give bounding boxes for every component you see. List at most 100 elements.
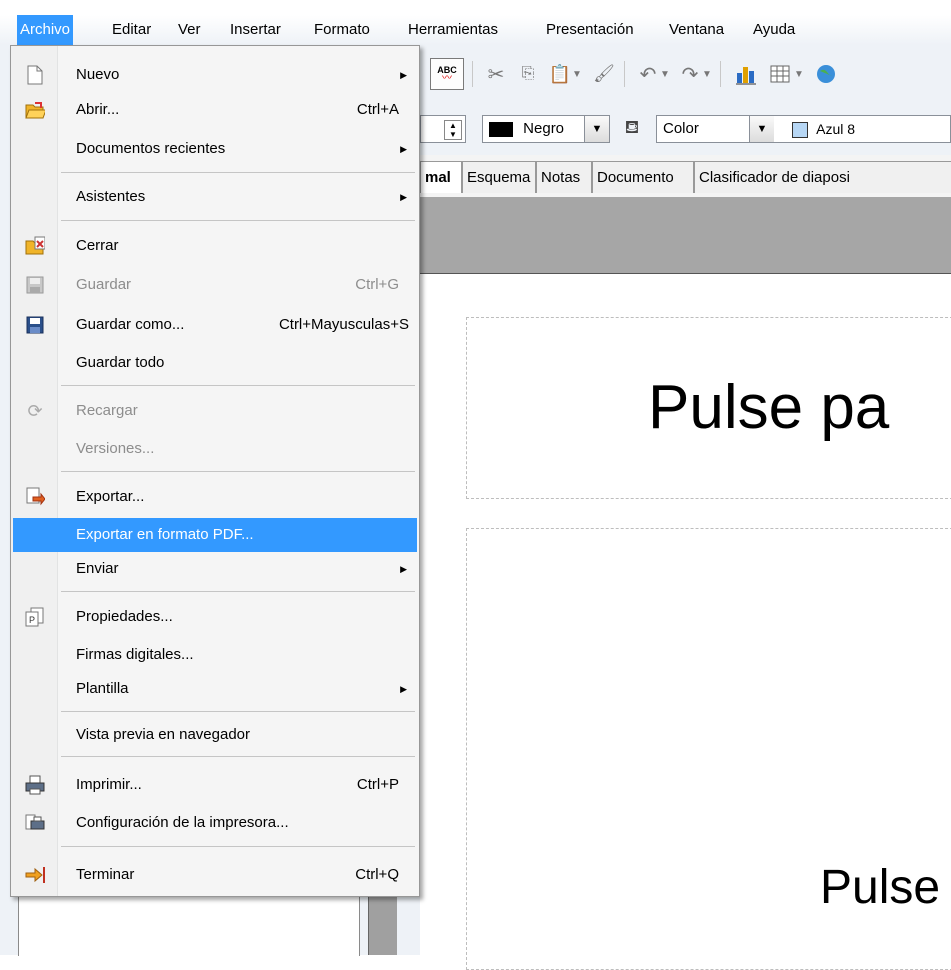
menu-item-versiones[interactable]: Versiones... <box>13 432 417 466</box>
menu-item-label: Vista previa en navegador <box>76 726 251 743</box>
undo-dropdown[interactable]: ▼ <box>658 58 672 90</box>
submenu-arrow-icon: ▶ <box>400 192 407 202</box>
menu-item-label: Plantilla <box>76 680 129 697</box>
toolbar-separator <box>720 61 721 87</box>
menu-item-abrir[interactable]: Abrir... Ctrl+A <box>13 93 417 127</box>
menu-item-label: Enviar <box>76 560 119 577</box>
menu-separator <box>61 591 415 592</box>
menu-item-exportar-pdf[interactable]: Exportar en formato PDF... <box>13 518 417 552</box>
submenu-arrow-icon: ▶ <box>400 684 407 694</box>
chart-button[interactable] <box>730 58 762 90</box>
submenu-arrow-icon: ▶ <box>400 70 407 80</box>
workspace-background <box>420 197 951 274</box>
menu-item-label: Documentos recientes <box>76 140 226 157</box>
menu-item-documentos-recientes[interactable]: Documentos recientes ▶ <box>13 132 417 166</box>
menu-item-label: Cerrar <box>76 237 119 254</box>
toolbar-separator <box>624 61 625 87</box>
dropdown-arrow-icon: ▼ <box>749 116 774 142</box>
dropdown-arrow-icon: ▼ <box>794 68 804 80</box>
menu-item-shortcut: Ctrl+A <box>356 101 399 118</box>
menu-item-guardar[interactable]: Guardar Ctrl+G <box>13 268 417 302</box>
menu-item-exportar[interactable]: Exportar... <box>13 480 417 514</box>
menu-item-imprimir[interactable]: Imprimir... Ctrl+P <box>13 768 417 802</box>
undo-icon: ↶ <box>639 63 657 86</box>
menu-item-configuracion-impresora[interactable]: Configuración de la impresora... <box>13 806 417 840</box>
menu-ver[interactable]: Ver <box>175 15 204 45</box>
color-swatch-blue <box>792 122 808 139</box>
title-placeholder-text[interactable]: Pulse pa <box>648 372 889 443</box>
area-fill-button[interactable]: ⛾ <box>616 113 648 145</box>
area-color-value: Azul 8 <box>816 121 856 137</box>
scissors-icon: ✂ <box>487 63 505 86</box>
menu-item-label: Recargar <box>76 402 138 419</box>
redo-dropdown[interactable]: ▼ <box>700 58 714 90</box>
menu-separator <box>61 711 415 712</box>
area-color-select[interactable]: Azul 8 <box>776 115 951 143</box>
menu-ventana[interactable]: Ventana <box>666 15 727 45</box>
table-icon <box>770 65 790 83</box>
menu-item-asistentes[interactable]: Asistentes ▶ <box>13 180 417 214</box>
save-disk-icon <box>25 275 45 295</box>
menu-editar[interactable]: Editar <box>109 15 154 45</box>
menu-item-recargar[interactable]: ⟳ Recargar <box>13 394 417 428</box>
dropdown-arrow-icon: ▼ <box>572 68 582 80</box>
submenu-arrow-icon: ▶ <box>400 144 407 154</box>
menu-item-label: Guardar como... <box>76 316 185 333</box>
tab-documento[interactable]: Documento <box>592 161 694 193</box>
menu-item-label: Imprimir... <box>76 776 142 793</box>
spellcheck-button[interactable]: ABC 〰 <box>430 58 464 90</box>
chart-icon <box>736 67 756 85</box>
close-document-icon <box>25 236 45 256</box>
menu-item-shortcut: Ctrl+G <box>355 276 399 293</box>
menu-formato[interactable]: Formato <box>311 15 373 45</box>
menu-item-shortcut: Ctrl+Q <box>355 866 399 883</box>
format-paintbrush-button[interactable]: 🖌 <box>588 58 620 90</box>
copy-button[interactable]: ⎘ <box>512 58 544 90</box>
toolbar-separator <box>472 61 473 87</box>
tab-clasificador[interactable]: Clasificador de diaposi <box>694 161 951 193</box>
tab-normal[interactable]: mal <box>420 161 462 193</box>
menu-herramientas[interactable]: Herramientas <box>405 15 501 45</box>
cut-button[interactable]: ✂ <box>480 58 512 90</box>
area-style-select[interactable]: Color ▼ <box>656 115 796 143</box>
menu-item-label: Guardar todo <box>76 354 165 371</box>
menu-item-vista-previa[interactable]: Vista previa en navegador <box>13 718 417 752</box>
menu-separator <box>61 756 415 757</box>
menu-item-firmas-digitales[interactable]: Firmas digitales... <box>13 638 417 672</box>
body-placeholder-text[interactable]: Pulse <box>820 860 940 915</box>
area-style-value: Color <box>663 120 699 137</box>
menu-presentacion[interactable]: Presentación <box>543 15 637 45</box>
menu-ayuda[interactable]: Ayuda <box>750 15 798 45</box>
menu-item-label: Terminar <box>76 866 135 883</box>
menu-item-propiedades[interactable]: P Propiedades... <box>13 600 417 634</box>
menu-item-terminar[interactable]: Terminar Ctrl+Q <box>13 858 417 892</box>
menu-item-shortcut: Ctrl+P <box>356 776 399 793</box>
menu-item-guardar-como[interactable]: Guardar como... Ctrl+Mayusculas+S <box>13 308 417 342</box>
tab-notas[interactable]: Notas <box>536 161 592 193</box>
line-color-select[interactable]: Negro ▼ <box>482 115 610 143</box>
menu-item-label: Propiedades... <box>76 608 173 625</box>
menu-item-cerrar[interactable]: Cerrar <box>13 229 417 263</box>
tab-esquema[interactable]: Esquema <box>462 161 536 193</box>
menu-item-label: Asistentes <box>76 188 146 205</box>
submenu-arrow-icon: ▶ <box>400 564 407 574</box>
table-dropdown[interactable]: ▼ <box>792 58 806 90</box>
menu-insertar[interactable]: Insertar <box>227 15 284 45</box>
clipboard-icon: 📋 <box>548 63 572 84</box>
standard-toolbar: ABC 〰 ✂ ⎘ 📋 ▼ 🖌 ↶ ▼ ↷ ▼ ▼ <box>420 45 951 103</box>
menu-item-nuevo[interactable]: Nuevo ▶ <box>13 58 417 92</box>
menu-item-plantilla[interactable]: Plantilla ▶ <box>13 672 417 706</box>
save-as-disk-icon <box>25 315 45 335</box>
paint-bucket-icon: ⛾ <box>624 117 640 137</box>
view-tabs: mal Esquema Notas Documento Clasificador… <box>420 155 951 198</box>
drawing-toolbar: ▲ ▼ Negro ▼ ⛾ Color ▼ Azul 8 <box>420 103 951 156</box>
paste-dropdown[interactable]: ▼ <box>570 58 584 90</box>
menu-archivo[interactable]: Archivo <box>17 15 74 45</box>
menu-item-guardar-todo[interactable]: Guardar todo <box>13 346 417 380</box>
spinner-arrows-icon: ▲ ▼ <box>444 120 462 140</box>
menu-item-label: Versiones... <box>76 440 155 457</box>
gallery-button[interactable] <box>810 58 842 90</box>
line-width-spinner[interactable]: ▲ ▼ <box>420 115 466 143</box>
color-swatch-black <box>489 121 513 137</box>
menu-item-enviar[interactable]: Enviar ▶ <box>13 552 417 586</box>
